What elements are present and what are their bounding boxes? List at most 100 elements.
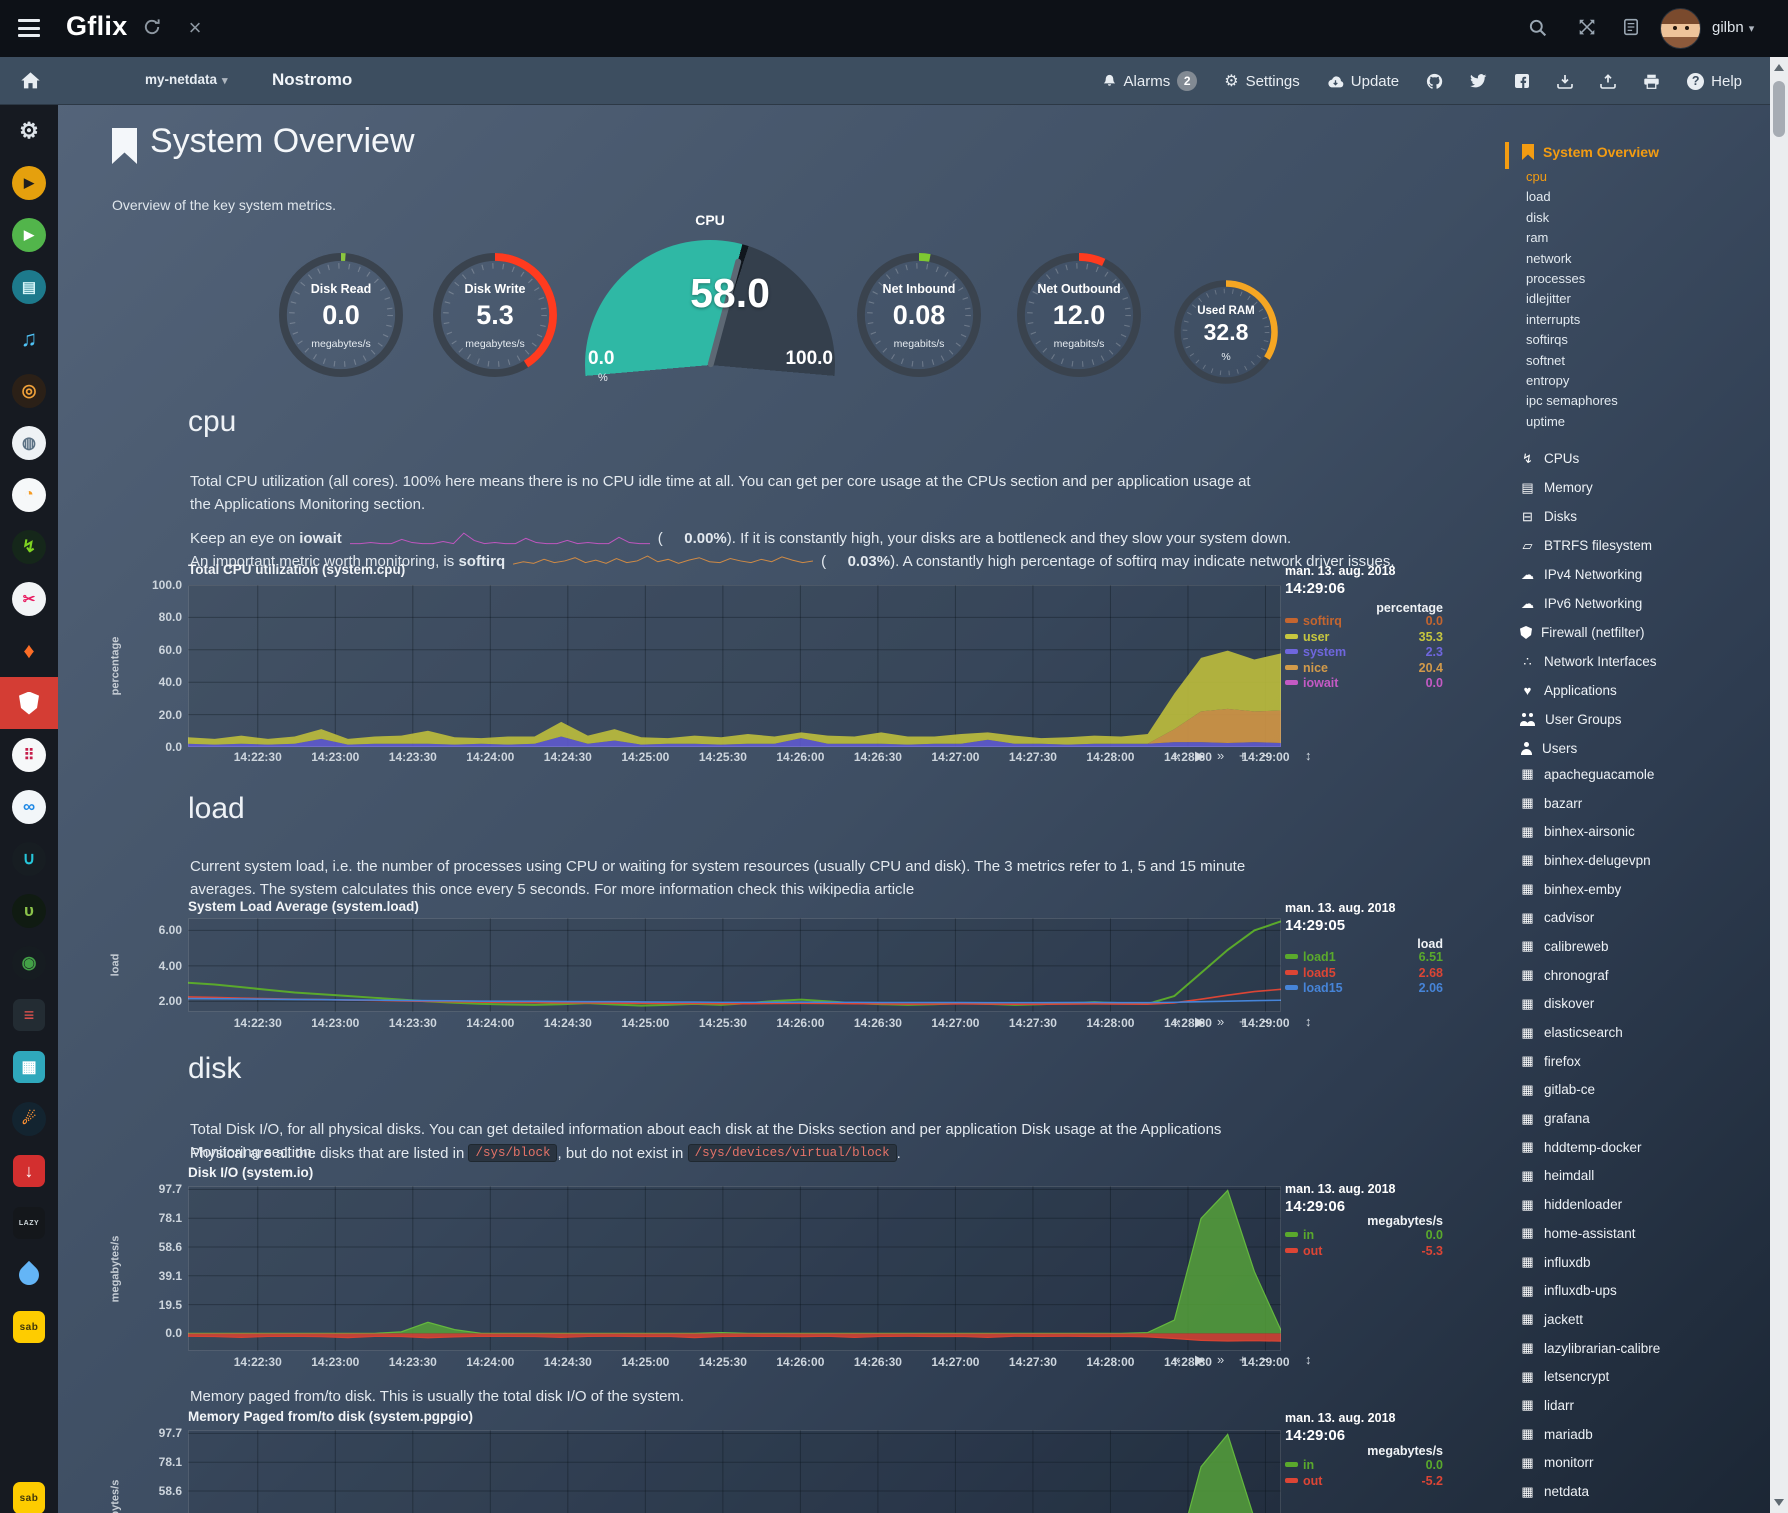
chart-plot-load[interactable] bbox=[188, 918, 1281, 1012]
menu-app-grafana[interactable]: ▦grafana bbox=[1520, 1104, 1660, 1133]
hamburger-menu-icon[interactable] bbox=[18, 19, 42, 38]
update-button[interactable]: Update bbox=[1327, 73, 1399, 90]
refresh-icon[interactable] bbox=[143, 18, 165, 40]
sidebar-app-settings-gear[interactable]: ⚙ bbox=[0, 105, 58, 157]
chart-toolbar-play[interactable]: ▶ bbox=[1195, 1352, 1205, 1368]
github-link[interactable] bbox=[1426, 73, 1443, 90]
chart-toolbar-backward[interactable]: « bbox=[1173, 1352, 1180, 1367]
menu-app-firefox[interactable]: ▦firefox bbox=[1520, 1047, 1660, 1076]
menu-item-softirqs[interactable]: softirqs bbox=[1526, 332, 1618, 352]
menu-app-netdata[interactable]: ▦netdata bbox=[1520, 1477, 1660, 1506]
iowait-sparkline[interactable] bbox=[350, 531, 650, 545]
chart-toolbar-zoom-out[interactable]: − bbox=[1261, 1014, 1269, 1029]
sidebar-app-flame-app[interactable]: ♦ bbox=[0, 625, 58, 677]
settings-button[interactable]: ⚙ Settings bbox=[1224, 71, 1300, 91]
chart-toolbar-play[interactable]: ▶ bbox=[1195, 1014, 1205, 1030]
menu-app-lazylibrarian-calibre[interactable]: ▦lazylibrarian-calibre bbox=[1520, 1334, 1660, 1363]
scroll-down-arrow[interactable] bbox=[1774, 1499, 1784, 1506]
menu-app-bazarr[interactable]: ▦bazarr bbox=[1520, 789, 1660, 818]
menu-section-IPv6-Networking[interactable]: ☁IPv6 Networking bbox=[1520, 589, 1657, 618]
menu-item-uptime[interactable]: uptime bbox=[1526, 414, 1618, 434]
menu-app-jackett[interactable]: ▦jackett bbox=[1520, 1305, 1660, 1334]
sidebar-app-radarr[interactable]: ◍ bbox=[0, 417, 58, 469]
sidebar-app-webtools[interactable]: ◉ bbox=[0, 937, 58, 989]
legend-item-softirq[interactable]: softirq0.0 bbox=[1285, 614, 1443, 628]
facebook-link[interactable] bbox=[1514, 73, 1530, 89]
user-avatar[interactable] bbox=[1660, 8, 1701, 49]
chart-plot-cpu[interactable] bbox=[188, 585, 1281, 747]
chart-toolbar-backward[interactable]: « bbox=[1173, 1014, 1180, 1029]
menu-app-hddtemp-docker[interactable]: ▦hddtemp-docker bbox=[1520, 1133, 1660, 1162]
alarms-button[interactable]: Alarms 2 bbox=[1102, 71, 1198, 91]
user-menu[interactable]: gilbn bbox=[1712, 19, 1754, 36]
hostname[interactable]: Nostromo bbox=[272, 70, 352, 90]
changelog-icon[interactable] bbox=[1622, 18, 1644, 40]
menu-item-entropy[interactable]: entropy bbox=[1526, 373, 1618, 393]
print-button[interactable] bbox=[1643, 74, 1660, 89]
legend-item-out[interactable]: out-5.3 bbox=[1285, 1244, 1443, 1258]
sidebar-app-ubooquity[interactable]: ∪ bbox=[0, 833, 58, 885]
fullscreen-icon[interactable] bbox=[1578, 18, 1600, 40]
menu-app-cadvisor[interactable]: ▦cadvisor bbox=[1520, 903, 1660, 932]
menu-section-User-Groups[interactable]: User Groups bbox=[1520, 705, 1657, 734]
menu-app-monitorr[interactable]: ▦monitorr bbox=[1520, 1449, 1660, 1478]
chart-toolbar-backward[interactable]: « bbox=[1173, 748, 1180, 763]
legend-item-out[interactable]: out-5.2 bbox=[1285, 1474, 1443, 1488]
menu-app-binhex-emby[interactable]: ▦binhex-emby bbox=[1520, 875, 1660, 904]
sidebar-app-shield-app[interactable] bbox=[0, 677, 58, 729]
chart-toolbar-zoom-out[interactable]: − bbox=[1261, 748, 1269, 763]
menu-item-ipc-semaphores[interactable]: ipc semaphores bbox=[1526, 393, 1618, 413]
menu-item-softnet[interactable]: softnet bbox=[1526, 353, 1618, 373]
menu-app-elasticsearch[interactable]: ▦elasticsearch bbox=[1520, 1018, 1660, 1047]
page-scrollbar[interactable] bbox=[1770, 57, 1788, 1513]
sidebar-app-heimdall[interactable]: ▦ bbox=[0, 1041, 58, 1093]
sidebar-app-flood-app[interactable]: ∞ bbox=[0, 781, 58, 833]
menu-app-binhex-delugevpn[interactable]: ▦binhex-delugevpn bbox=[1520, 846, 1660, 875]
menu-item-cpu[interactable]: cpu bbox=[1526, 169, 1618, 189]
menu-section-IPv4-Networking[interactable]: ☁IPv4 Networking bbox=[1520, 560, 1657, 589]
menu-item-network[interactable]: network bbox=[1526, 251, 1618, 271]
scroll-up-arrow[interactable] bbox=[1774, 64, 1784, 71]
menu-item-ram[interactable]: ram bbox=[1526, 230, 1618, 250]
menu-section-Users[interactable]: Users bbox=[1520, 734, 1657, 763]
chart-plot-disk[interactable] bbox=[188, 1186, 1281, 1351]
menu-item-load[interactable]: load bbox=[1526, 189, 1618, 209]
menu-app-heimdall[interactable]: ▦heimdall bbox=[1520, 1162, 1660, 1191]
menu-app-mariadb[interactable]: ▦mariadb bbox=[1520, 1420, 1660, 1449]
softirq-sparkline[interactable] bbox=[513, 554, 813, 568]
scroll-thumb[interactable] bbox=[1773, 81, 1785, 137]
import-snapshot-button[interactable] bbox=[1557, 74, 1573, 89]
legend-item-system[interactable]: system2.3 bbox=[1285, 645, 1443, 659]
menu-section-Firewall-netfilter-[interactable]: Firewall (netfilter) bbox=[1520, 618, 1657, 647]
chart-toolbar-play[interactable]: ▶ bbox=[1195, 748, 1205, 764]
menu-app-apacheguacamole[interactable]: ▦apacheguacamole bbox=[1520, 760, 1660, 789]
legend-item-in[interactable]: in0.0 bbox=[1285, 1458, 1443, 1472]
export-snapshot-button[interactable] bbox=[1600, 74, 1616, 89]
chart-resize-handle[interactable]: ↕ bbox=[1305, 1352, 1312, 1367]
menu-app-influxdb-ups[interactable]: ▦influxdb-ups bbox=[1520, 1276, 1660, 1305]
sidebar-app-sabnzbd-pinned[interactable]: sab bbox=[0, 1472, 58, 1513]
menu-section-Disks[interactable]: ⊟Disks bbox=[1520, 502, 1657, 531]
home-icon[interactable] bbox=[20, 71, 41, 95]
gauge-net-outbound[interactable]: Net Outbound12.0megabits/s bbox=[1012, 248, 1146, 382]
menu-section-Memory[interactable]: ▤Memory bbox=[1520, 473, 1657, 502]
sidebar-app-downloader[interactable]: ↓ bbox=[0, 1145, 58, 1197]
menu-system-overview[interactable]: System Overview bbox=[1522, 144, 1659, 160]
close-icon[interactable]: × bbox=[184, 18, 206, 40]
menu-app-calibreweb[interactable]: ▦calibreweb bbox=[1520, 932, 1660, 961]
chart-toolbar-forward[interactable]: » bbox=[1217, 748, 1224, 763]
sidebar-app-plex[interactable]: ▶ bbox=[0, 157, 58, 209]
sidebar-app-green-u-app[interactable]: υ bbox=[0, 885, 58, 937]
chart-resize-handle[interactable]: ↕ bbox=[1305, 1014, 1312, 1029]
sidebar-app-emby[interactable]: ▶ bbox=[0, 209, 58, 261]
sidebar-app-scissors-app[interactable]: ✂ bbox=[0, 573, 58, 625]
chart-resize-handle[interactable]: ↕ bbox=[1305, 748, 1312, 763]
legend-item-iowait[interactable]: iowait0.0 bbox=[1285, 676, 1443, 690]
twitter-link[interactable] bbox=[1470, 74, 1487, 88]
menu-section-CPUs[interactable]: ↯CPUs bbox=[1520, 444, 1657, 473]
sidebar-app-docker[interactable]: ▤ bbox=[0, 261, 58, 313]
menu-section-Applications[interactable]: ♥Applications bbox=[1520, 676, 1657, 705]
menu-item-idlejitter[interactable]: idlejitter bbox=[1526, 291, 1618, 311]
menu-app-influxdb[interactable]: ▦influxdb bbox=[1520, 1248, 1660, 1277]
legend-item-user[interactable]: user35.3 bbox=[1285, 630, 1443, 644]
